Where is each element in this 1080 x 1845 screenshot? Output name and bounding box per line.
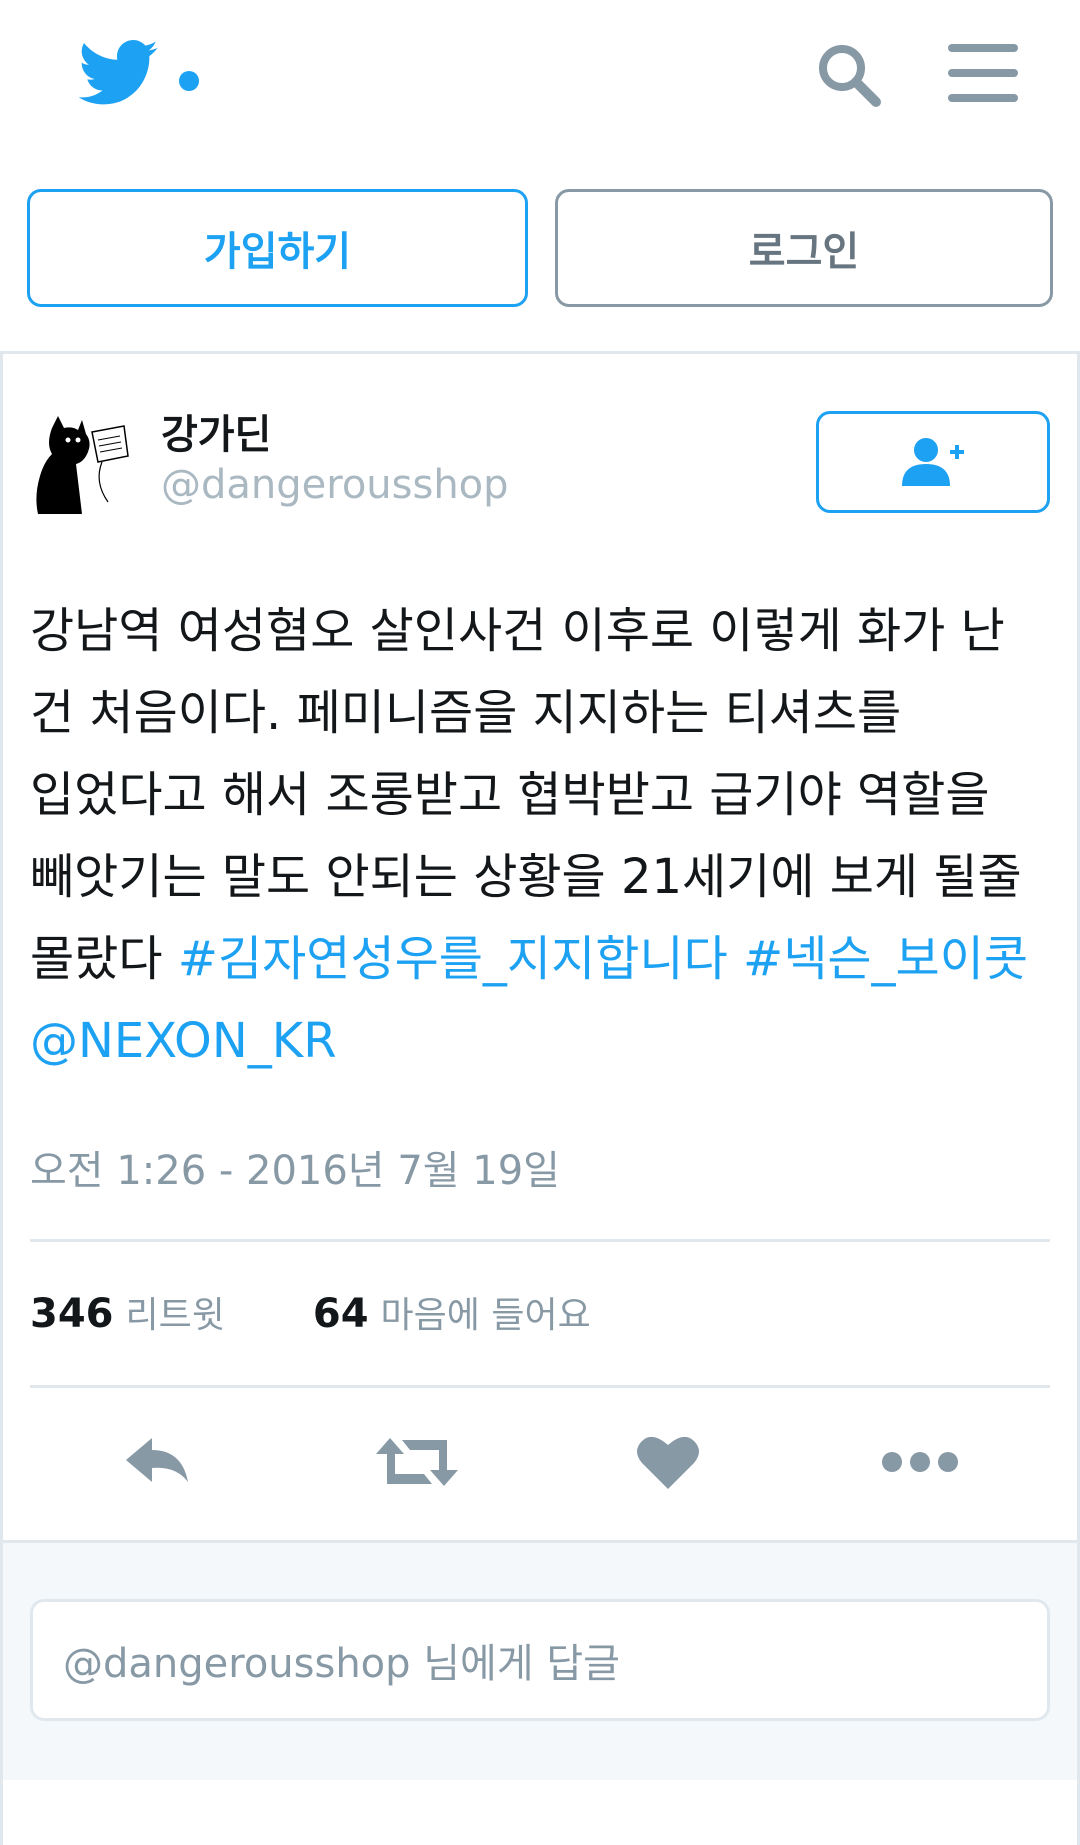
tweet-body: 강남역 여성혐오 살인사건 이후로 이렇게 화가 난 건 처음이다. 페미니즘을… — [30, 603, 1022, 987]
retweet-count-value: 346 — [30, 1291, 114, 1337]
signup-button[interactable]: 가입하기 — [27, 189, 528, 307]
more-button[interactable] — [880, 1430, 960, 1494]
user-handle[interactable]: @dangerousshop — [161, 462, 509, 508]
logo-dot — [179, 71, 199, 91]
retweet-button[interactable] — [372, 1430, 462, 1494]
hashtag-link[interactable]: #김자연성우를_지지합니다 — [178, 931, 728, 987]
avatar[interactable] — [30, 410, 138, 514]
login-button[interactable]: 로그인 — [555, 189, 1053, 307]
twitter-bird-icon[interactable] — [78, 40, 158, 106]
tweet-text: 강남역 여성혐오 살인사건 이후로 이렇게 화가 난 건 처음이다. 페미니즘을… — [30, 590, 1055, 1082]
heart-icon — [637, 1436, 699, 1489]
retweet-count[interactable]: 346 리트윗 — [30, 1286, 225, 1338]
like-count-label: 마음에 들어요 — [380, 1295, 591, 1336]
like-count[interactable]: 64 마음에 들어요 — [313, 1286, 591, 1338]
hashtag-link[interactable]: #넥슨_보이콧 — [743, 931, 1028, 987]
like-count-value: 64 — [312, 1291, 369, 1337]
more-icon — [882, 1452, 958, 1472]
search-icon[interactable] — [814, 40, 884, 110]
like-button[interactable] — [628, 1430, 708, 1494]
retweet-icon — [376, 1438, 458, 1486]
retweet-count-label: 리트윗 — [125, 1295, 225, 1336]
tweet-timestamp[interactable]: 오전 1:26 - 2016년 7월 19일 — [30, 1138, 560, 1196]
follow-button[interactable] — [816, 411, 1050, 513]
follow-user-icon — [902, 438, 964, 486]
hamburger-menu-icon[interactable] — [948, 42, 1020, 104]
divider — [30, 1239, 1050, 1242]
mention-link[interactable]: @NEXON_KR — [30, 1013, 337, 1069]
reply-button[interactable] — [118, 1430, 198, 1494]
top-bar — [0, 0, 1080, 150]
divider — [30, 1385, 1050, 1388]
reply-icon — [126, 1438, 188, 1482]
reply-input[interactable]: @dangerousshop 님에게 답글 — [30, 1599, 1050, 1721]
tweet-stats: 346 리트윗 64 마음에 들어요 — [30, 1286, 679, 1338]
display-name[interactable]: 강가딘 — [161, 402, 271, 460]
